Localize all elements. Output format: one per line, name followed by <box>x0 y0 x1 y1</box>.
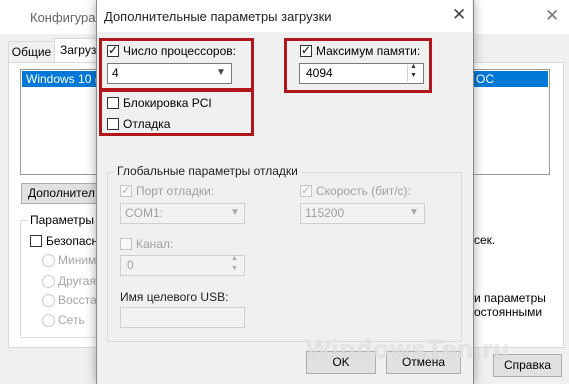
bg-window-title: Конфигурац <box>30 10 103 25</box>
debug-port-checkbox[interactable] <box>120 183 132 197</box>
dialog-close-icon[interactable]: ✕ <box>452 5 466 25</box>
radio-alternate-label: Другая <box>58 274 96 288</box>
make-permanent-label-2: остоянными <box>474 305 543 319</box>
tab-boot[interactable]: Загрузк <box>54 38 102 62</box>
global-debug-group-label: Глобальные параметры отладки <box>114 164 301 178</box>
usb-target-input[interactable] <box>120 307 245 328</box>
baud-rate-checkbox[interactable] <box>300 183 312 197</box>
memory-highlight-box <box>284 38 432 93</box>
dialog-title: Дополнительные параметры загрузки <box>104 9 332 24</box>
chevron-down-icon[interactable]: ▼ <box>230 207 240 218</box>
timeout-unit-label: сек. <box>474 233 496 247</box>
options-highlight-box <box>99 89 254 136</box>
bg-close-icon[interactable]: ✕ <box>545 6 559 26</box>
advanced-options-button[interactable]: Дополнител <box>21 183 101 204</box>
channel-checkbox[interactable] <box>120 238 132 250</box>
radio-network-label: Сеть <box>58 313 85 327</box>
tab-general[interactable]: Общие <box>8 41 55 63</box>
radio-alternate-shell[interactable] <box>42 275 55 288</box>
radio-minimal[interactable] <box>42 254 55 267</box>
radio-repair[interactable] <box>42 294 55 307</box>
spin-down-icon[interactable]: ▼ <box>231 265 238 272</box>
safe-boot-checkbox[interactable] <box>30 235 42 247</box>
chevron-down-icon[interactable]: ▼ <box>409 207 419 218</box>
make-permanent-label-1: и параметры <box>474 291 546 305</box>
baud-rate-select[interactable]: 115200 <box>300 203 425 224</box>
spin-up-icon[interactable]: ▲ <box>231 255 238 262</box>
channel-input[interactable]: 0 <box>120 255 245 276</box>
radio-network[interactable] <box>42 314 55 327</box>
boot-entry-suffix: ОС <box>476 72 494 86</box>
safe-boot-label: Безопасн <box>46 234 99 248</box>
baud-rate-label: Скорость (бит/с): <box>316 184 411 198</box>
watermark: WindowsTen.ru <box>306 334 511 364</box>
debug-port-select[interactable]: COM1: <box>120 203 245 224</box>
processors-highlight-box <box>99 38 254 91</box>
channel-label: Канал: <box>136 237 174 251</box>
debug-port-label: Порт отладки: <box>136 184 215 198</box>
boot-options-group-label: Параметры з <box>28 213 105 227</box>
usb-target-label: Имя целевого USB: <box>120 290 229 304</box>
